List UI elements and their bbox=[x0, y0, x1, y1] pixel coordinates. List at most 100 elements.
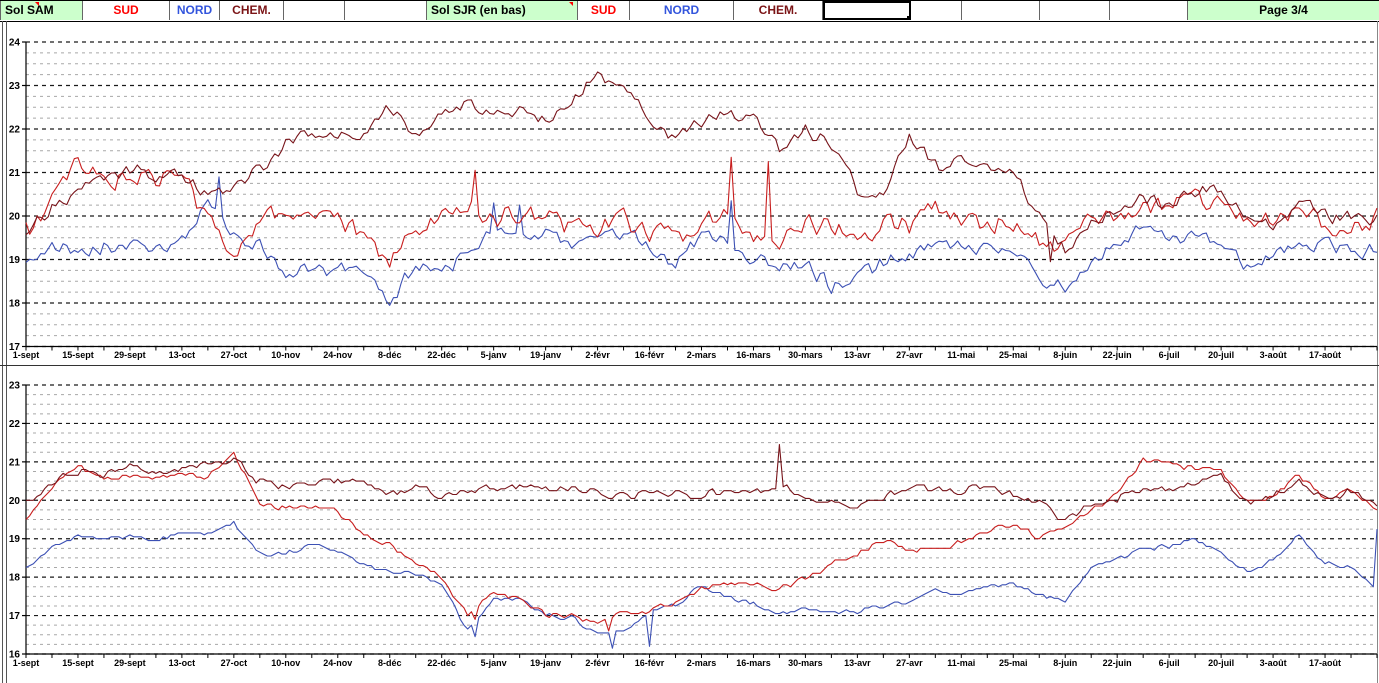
svg-text:13-oct: 13-oct bbox=[169, 350, 196, 360]
chart-sol-sam[interactable]: 24232221201918171-sept 15-sept 29-sept 13-o… bbox=[9, 38, 1378, 361]
svg-text:10-nov: 10-nov bbox=[271, 350, 300, 360]
svg-text:29-sept: 29-sept bbox=[114, 658, 146, 668]
svg-text:1-sept: 1-sept bbox=[13, 350, 40, 360]
svg-text:23: 23 bbox=[9, 381, 21, 392]
svg-text:22: 22 bbox=[9, 419, 21, 430]
svg-text:20: 20 bbox=[9, 212, 21, 223]
svg-text:2-mars: 2-mars bbox=[687, 658, 717, 668]
svg-text:16-févr: 16-févr bbox=[635, 350, 665, 360]
svg-text:25-mai: 25-mai bbox=[999, 350, 1028, 360]
worksheet-page: Sol SAM SUD NORD CHEM. Sol SJR (en bas) … bbox=[0, 0, 1379, 683]
svg-text:19: 19 bbox=[9, 534, 21, 545]
y-tick-labels: 2322212019181716 bbox=[9, 381, 26, 661]
cell-sjr-nord[interactable]: NORD bbox=[630, 1, 734, 20]
series-line-nord bbox=[25, 520, 1378, 649]
cell-sam-nord[interactable]: NORD bbox=[170, 1, 220, 20]
svg-text:5-janv: 5-janv bbox=[481, 658, 507, 668]
cell-empty-1[interactable] bbox=[284, 1, 345, 20]
selected-cell[interactable] bbox=[823, 1, 911, 20]
comment-marker-icon bbox=[569, 2, 573, 6]
svg-text:24-nov: 24-nov bbox=[323, 350, 352, 360]
svg-text:27-avr: 27-avr bbox=[896, 658, 923, 668]
cell-page-number[interactable]: Page 3/4 bbox=[1188, 1, 1379, 20]
svg-text:29-sept: 29-sept bbox=[114, 350, 146, 360]
svg-text:19-janv: 19-janv bbox=[530, 350, 561, 360]
minor-gridlines bbox=[26, 394, 1377, 645]
svg-text:3-août: 3-août bbox=[1260, 350, 1287, 360]
svg-text:27-oct: 27-oct bbox=[221, 658, 248, 668]
sud-legend-label: SUD bbox=[113, 3, 139, 17]
svg-text:2-mars: 2-mars bbox=[687, 350, 717, 360]
series-line-sud bbox=[25, 451, 1378, 632]
sam-title-label: Sol SAM bbox=[5, 3, 54, 17]
svg-text:8-juin: 8-juin bbox=[1053, 658, 1077, 668]
cell-empty-2[interactable] bbox=[345, 1, 427, 20]
svg-text:10-nov: 10-nov bbox=[271, 658, 300, 668]
series-line-sud bbox=[25, 156, 1378, 268]
series-line-nord bbox=[25, 176, 1378, 306]
svg-text:20-juil: 20-juil bbox=[1208, 658, 1234, 668]
svg-text:23: 23 bbox=[9, 81, 21, 92]
svg-text:2-févr: 2-févr bbox=[585, 350, 610, 360]
svg-text:27-avr: 27-avr bbox=[896, 350, 923, 360]
svg-text:15-sept: 15-sept bbox=[62, 658, 94, 668]
svg-text:6-juil: 6-juil bbox=[1159, 350, 1180, 360]
cell-empty-4[interactable] bbox=[962, 1, 1040, 20]
svg-text:5-janv: 5-janv bbox=[481, 350, 507, 360]
nord-legend-label: NORD bbox=[663, 3, 700, 17]
cell-sam-title[interactable]: Sol SAM bbox=[0, 1, 83, 20]
svg-text:20: 20 bbox=[9, 496, 21, 507]
cell-sjr-title[interactable]: Sol SJR (en bas) bbox=[427, 1, 578, 20]
comment-marker-icon bbox=[35, 2, 39, 6]
svg-text:22-juin: 22-juin bbox=[1103, 658, 1132, 668]
svg-text:18: 18 bbox=[9, 573, 21, 584]
svg-text:19: 19 bbox=[9, 255, 21, 266]
svg-text:19-janv: 19-janv bbox=[530, 658, 561, 668]
nord-legend-label: NORD bbox=[176, 3, 213, 17]
charts-canvas[interactable]: 24 23 22 21 20 19 18 17 1-sept 15-sept 29-sept 13-o… bbox=[0, 21, 1379, 683]
sjr-title-label: Sol SJR (en bas) bbox=[431, 3, 526, 17]
svg-text:16-févr: 16-févr bbox=[635, 658, 665, 668]
minor-gridlines bbox=[26, 52, 1377, 337]
svg-text:13-avr: 13-avr bbox=[844, 658, 871, 668]
svg-text:25-mai: 25-mai bbox=[999, 658, 1028, 668]
cell-empty-5[interactable] bbox=[1040, 1, 1110, 20]
y-tick-labels: 2423222120191817 bbox=[9, 38, 26, 353]
cell-sam-chem[interactable]: CHEM. bbox=[220, 1, 284, 20]
svg-text:22-juin: 22-juin bbox=[1103, 350, 1132, 360]
svg-text:11-mai: 11-mai bbox=[947, 658, 975, 668]
svg-text:2-févr: 2-févr bbox=[585, 658, 610, 668]
svg-text:17-août: 17-août bbox=[1309, 658, 1341, 668]
svg-text:6-juil: 6-juil bbox=[1159, 658, 1180, 668]
cell-empty-3[interactable] bbox=[911, 1, 962, 20]
svg-text:3-août: 3-août bbox=[1260, 658, 1287, 668]
x-tick-labels: 1-sept 15-sept 29-sept 13-oct 27-oct 10-nov 24… bbox=[13, 654, 1378, 668]
svg-text:8-déc: 8-déc bbox=[378, 658, 402, 668]
cell-sjr-sud[interactable]: SUD bbox=[578, 1, 630, 20]
svg-text:1-sept: 1-sept bbox=[13, 658, 40, 668]
x-tick-labels: 1-sept 15-sept 29-sept 13-oct 27-oct 10-nov 24… bbox=[13, 346, 1378, 360]
svg-text:17: 17 bbox=[9, 611, 21, 622]
chem-legend-label: CHEM. bbox=[232, 3, 271, 17]
cell-empty-6[interactable] bbox=[1110, 1, 1188, 20]
svg-text:13-avr: 13-avr bbox=[844, 350, 871, 360]
sud-legend-label: SUD bbox=[590, 3, 617, 17]
svg-text:21: 21 bbox=[9, 457, 21, 468]
svg-text:21: 21 bbox=[9, 168, 21, 179]
chem-legend-label: CHEM. bbox=[758, 3, 798, 17]
svg-text:22: 22 bbox=[9, 125, 21, 136]
svg-text:13-oct: 13-oct bbox=[169, 658, 196, 668]
cell-sjr-chem[interactable]: CHEM. bbox=[734, 1, 823, 20]
svg-text:17-août: 17-août bbox=[1309, 350, 1341, 360]
svg-text:24: 24 bbox=[9, 38, 21, 49]
chart-sol-sjr[interactable]: 23222120191817161-sept 15-sept 29-sept 13-o… bbox=[9, 381, 1378, 669]
svg-text:22-déc: 22-déc bbox=[427, 658, 456, 668]
cell-sam-sud[interactable]: SUD bbox=[83, 1, 170, 20]
svg-text:8-déc: 8-déc bbox=[378, 350, 402, 360]
svg-text:16-mars: 16-mars bbox=[736, 658, 771, 668]
svg-text:20-juil: 20-juil bbox=[1208, 350, 1234, 360]
series-line-chem bbox=[26, 444, 1378, 521]
svg-text:16-mars: 16-mars bbox=[736, 350, 771, 360]
svg-text:15-sept: 15-sept bbox=[62, 350, 94, 360]
svg-text:27-oct: 27-oct bbox=[221, 350, 248, 360]
